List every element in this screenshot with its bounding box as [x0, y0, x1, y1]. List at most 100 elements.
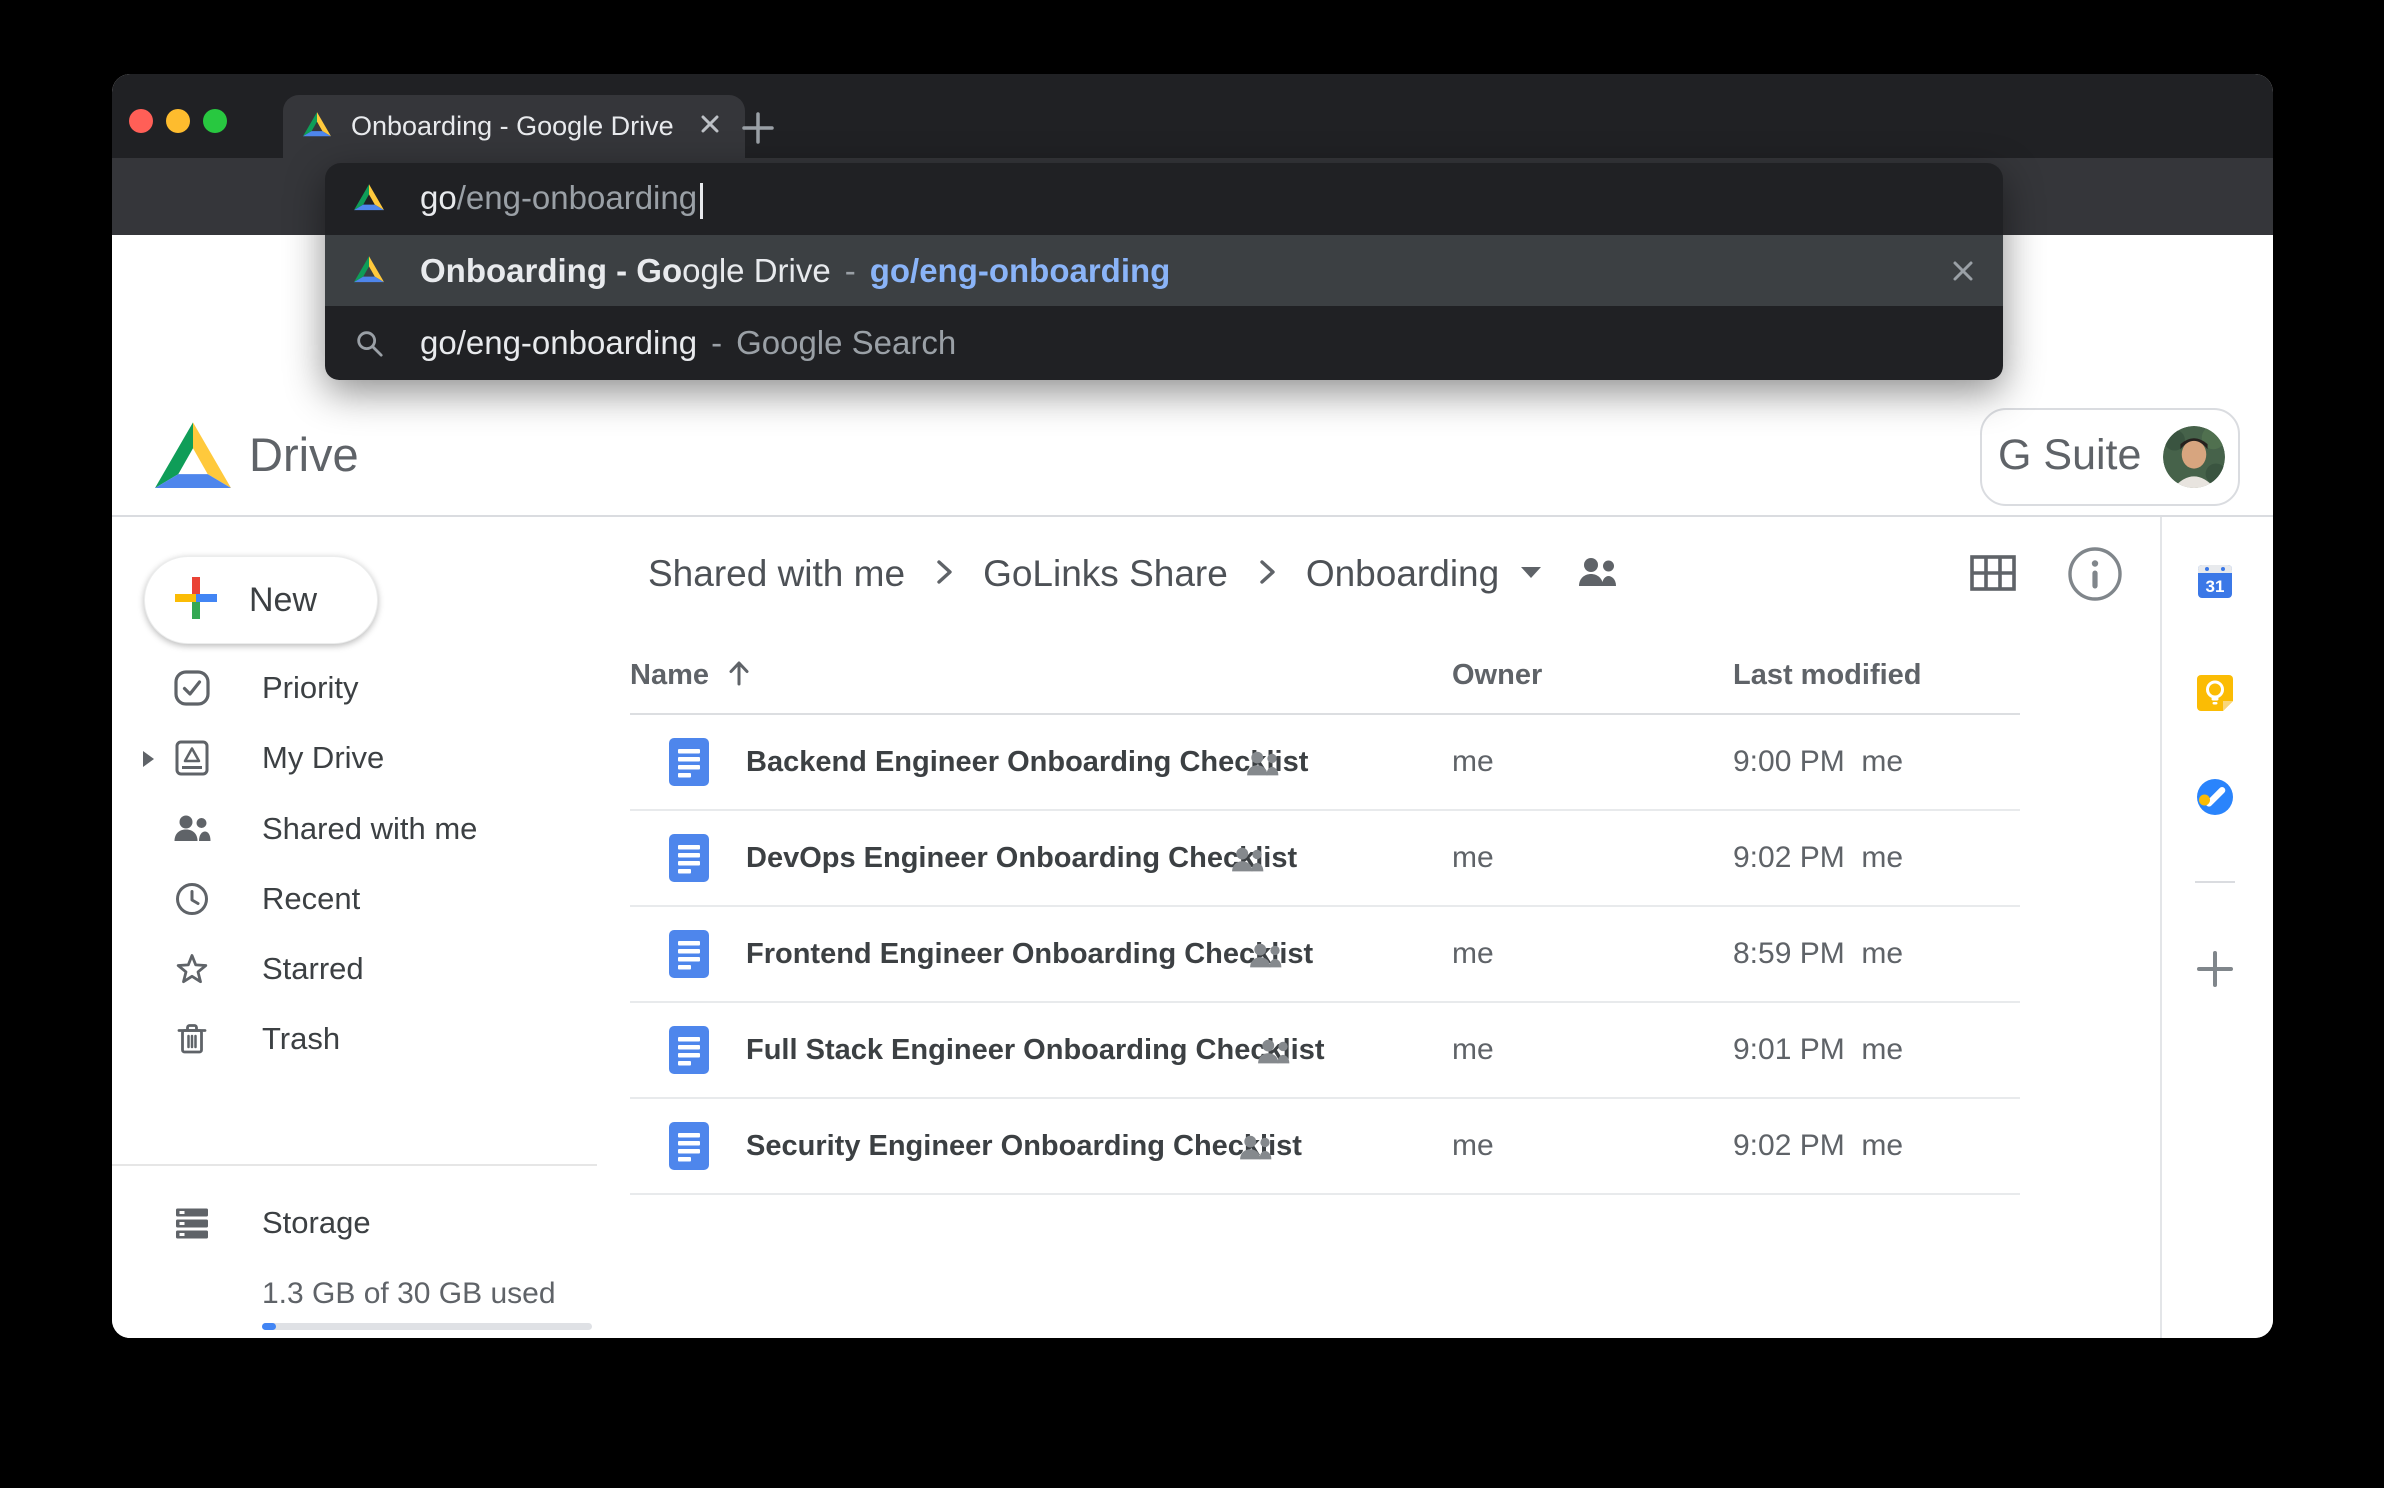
trash-icon — [172, 1019, 212, 1059]
storage-label: Storage — [262, 1188, 371, 1258]
file-owner: me — [1452, 811, 1494, 905]
drive-page: Drive G Suite New — [112, 235, 2273, 1338]
breadcrumb-chevron-icon — [933, 555, 955, 594]
file-modified: 9:02 PM me — [1733, 1099, 1903, 1193]
sidebar-item-label: Recent — [262, 864, 360, 934]
column-header-last-modified[interactable]: Last modified — [1733, 659, 1922, 692]
priority-icon — [172, 668, 212, 708]
file-row[interactable]: Full Stack Engineer Onboarding Checklist… — [630, 1003, 2020, 1099]
sidebar-item-starred[interactable]: Starred — [112, 934, 612, 1004]
file-row[interactable]: Backend Engineer Onboarding Checklist me… — [630, 715, 2020, 811]
add-panel-icon[interactable] — [2195, 949, 2235, 989]
suggestion-text: Onboarding - Google Drive-go/eng-onboard… — [420, 252, 1170, 290]
sort-ascending-icon[interactable] — [724, 657, 754, 694]
tab-title: Onboarding - Google Drive — [351, 111, 695, 142]
sidebar-item-shared-with-me[interactable]: Shared with me — [112, 794, 612, 864]
file-row[interactable]: Security Engineer Onboarding Checklist m… — [630, 1099, 2020, 1195]
storage-progress-bar — [262, 1323, 592, 1330]
folder-menu-caret-icon[interactable] — [1519, 564, 1543, 585]
suggestion-row-drive[interactable]: Onboarding - Google Drive-go/eng-onboard… — [325, 235, 2003, 306]
my-drive-icon — [172, 738, 212, 778]
breadcrumb-chevron-icon — [1256, 555, 1278, 594]
browser-window: Onboarding - Google Drive — [112, 74, 2273, 1338]
sidebar-item-label: Starred — [262, 934, 364, 1004]
browser-tab[interactable]: Onboarding - Google Drive — [283, 95, 745, 158]
breadcrumb-onboarding[interactable]: Onboarding — [1306, 553, 1499, 595]
sidebar-item-label: Priority — [262, 653, 358, 723]
storage-usage-text: 1.3 GB of 30 GB used — [262, 1277, 556, 1311]
new-button-label: New — [249, 581, 317, 620]
new-plus-icon — [173, 575, 219, 626]
sidebar-item-storage[interactable]: Storage — [112, 1188, 612, 1258]
remove-suggestion-icon[interactable] — [1945, 253, 1981, 289]
side-panel-mini-divider — [2195, 881, 2235, 883]
google-docs-icon — [669, 1026, 709, 1079]
folder-shared-icon — [1577, 556, 1621, 593]
file-name: Security Engineer Onboarding Checklist — [746, 1099, 1302, 1193]
drive-logo-icon[interactable] — [155, 422, 231, 495]
file-row[interactable]: Frontend Engineer Onboarding Checklist m… — [630, 907, 2020, 1003]
google-docs-icon — [669, 738, 709, 791]
sidebar-item-my-drive[interactable]: My Drive — [112, 723, 612, 793]
google-docs-icon — [669, 930, 709, 983]
sidebar-item-priority[interactable]: Priority — [112, 653, 612, 723]
gsuite-label: G Suite — [1998, 431, 2141, 480]
info-icon[interactable] — [2066, 545, 2124, 608]
tab-strip: Onboarding - Google Drive — [112, 74, 2273, 158]
file-owner: me — [1452, 1003, 1494, 1097]
tasks-icon[interactable] — [2195, 777, 2235, 817]
file-shared-icon — [1245, 750, 1283, 782]
file-shared-icon — [1230, 846, 1268, 878]
drive-favicon-icon — [354, 184, 384, 214]
header-divider — [112, 515, 2273, 517]
file-row[interactable]: DevOps Engineer Onboarding Checklist me … — [630, 811, 2020, 907]
drive-favicon-icon — [303, 112, 331, 142]
new-button[interactable]: New — [144, 556, 378, 644]
sidebar-item-label: Shared with me — [262, 794, 477, 864]
sidebar-item-trash[interactable]: Trash — [112, 1004, 612, 1074]
file-modified: 9:02 PM me — [1733, 811, 1903, 905]
column-header-owner[interactable]: Owner — [1452, 659, 1542, 692]
sidebar-item-label: Trash — [262, 1004, 340, 1074]
close-button[interactable] — [129, 109, 153, 133]
file-modified: 9:01 PM me — [1733, 1003, 1903, 1097]
breadcrumb-shared-with-me[interactable]: Shared with me — [648, 553, 905, 595]
search-icon — [354, 328, 384, 358]
google-docs-icon — [669, 1122, 709, 1175]
drive-app-name: Drive — [249, 427, 359, 482]
svg-text:31: 31 — [2206, 577, 2225, 596]
file-owner: me — [1452, 907, 1494, 1001]
side-panel-divider — [2160, 517, 2162, 1338]
minimize-button[interactable] — [166, 109, 190, 133]
file-shared-icon — [1238, 1134, 1276, 1166]
file-owner: me — [1452, 1099, 1494, 1193]
account-avatar[interactable] — [2163, 426, 2225, 488]
file-shared-icon — [1248, 942, 1286, 974]
file-name: DevOps Engineer Onboarding Checklist — [746, 811, 1297, 905]
sidebar-item-recent[interactable]: Recent — [112, 864, 612, 934]
grid-view-icon[interactable] — [1970, 555, 2016, 596]
column-header-name[interactable]: Name — [630, 659, 709, 692]
tab-close-icon[interactable] — [695, 109, 725, 144]
shared-with-me-icon — [172, 809, 212, 849]
file-modified: 8:59 PM me — [1733, 907, 1903, 1001]
file-owner: me — [1452, 715, 1494, 809]
file-name: Full Stack Engineer Onboarding Checklist — [746, 1003, 1325, 1097]
sidebar-divider — [112, 1164, 597, 1166]
text-cursor — [700, 183, 703, 219]
calendar-icon[interactable]: 31 — [2195, 561, 2235, 601]
recent-clock-icon — [172, 879, 212, 919]
storage-progress-fill — [262, 1323, 276, 1330]
maximize-button[interactable] — [203, 109, 227, 133]
breadcrumb-golinks-share[interactable]: GoLinks Share — [983, 553, 1228, 595]
new-tab-button[interactable] — [740, 110, 776, 146]
suggestion-row-search[interactable]: go/eng-onboarding-Google Search — [325, 306, 2003, 380]
google-docs-icon — [669, 834, 709, 887]
suggestion-text: go/eng-onboarding-Google Search — [420, 324, 956, 362]
omnibox[interactable]: go/eng-onboarding — [325, 163, 2003, 235]
omnibox-url-text[interactable]: go/eng-onboarding — [420, 179, 703, 218]
sidebar-item-label: My Drive — [262, 723, 384, 793]
keep-icon[interactable] — [2195, 673, 2235, 713]
storage-icon — [172, 1203, 212, 1243]
file-shared-icon — [1256, 1038, 1294, 1070]
